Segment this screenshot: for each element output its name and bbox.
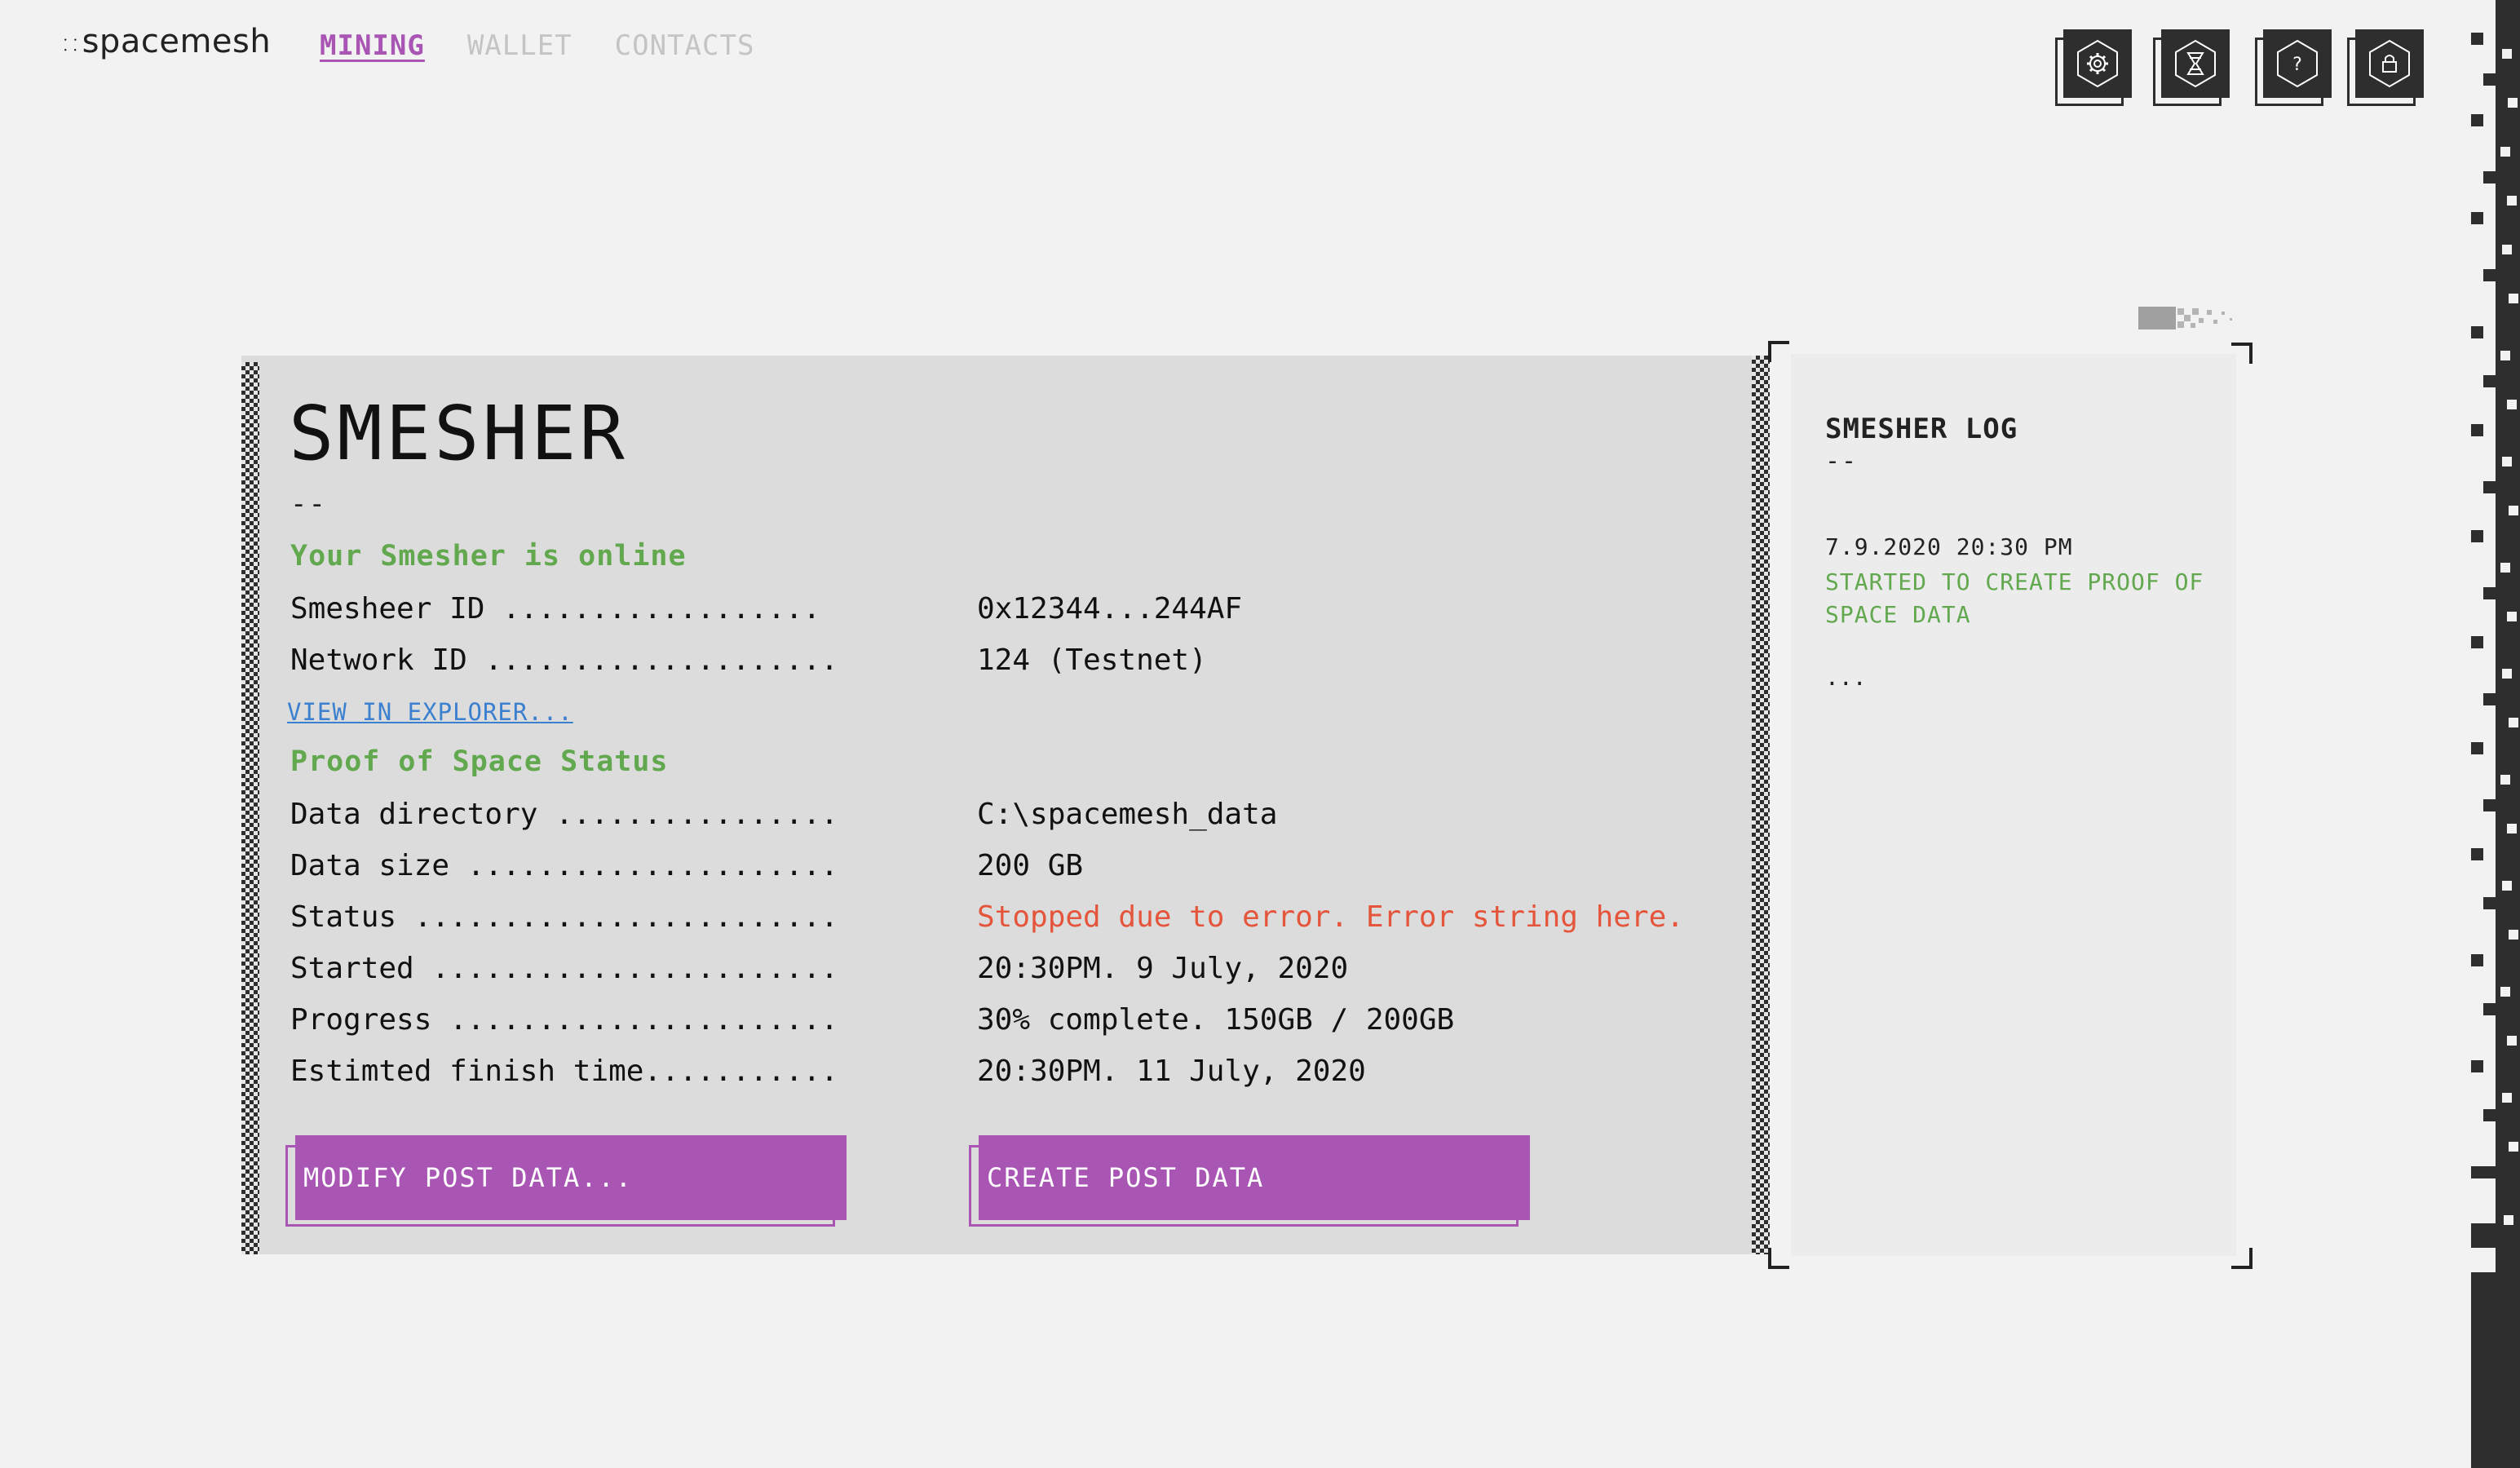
smesher-id-label: Smesheer ID ..................: [290, 592, 821, 626]
nav-wallet[interactable]: WALLET: [467, 29, 573, 62]
create-post-data-button[interactable]: CREATE POST DATA: [969, 1135, 1530, 1230]
main-nav: MINING WALLET CONTACTS: [320, 29, 754, 62]
status-label: Status ........................: [290, 900, 838, 934]
log-corner-tr: [2231, 343, 2253, 364]
modify-post-data-button[interactable]: MODIFY POST DATA...: [285, 1135, 847, 1230]
top-toolbar: ?: [2055, 29, 2430, 111]
started-label: Started .......................: [290, 952, 838, 985]
progress-value: 30% complete. 150GB / 200GB: [977, 1003, 1455, 1037]
log-corner-tl: [1768, 341, 1789, 362]
log-more-indicator: ...: [1825, 664, 1867, 691]
progress-label: Progress ......................: [290, 1003, 838, 1037]
nav-mining[interactable]: MINING: [320, 29, 425, 62]
nav-contacts[interactable]: CONTACTS: [615, 29, 755, 62]
data-directory-value: C:\spacemesh_data: [977, 798, 1278, 831]
modify-post-data-label: MODIFY POST DATA...: [295, 1135, 847, 1220]
network-icon: [2175, 39, 2216, 88]
help-icon: ?: [2277, 39, 2318, 88]
page-title: SMESHER: [289, 390, 628, 477]
app-logo: ⸬ spacemesh: [64, 23, 271, 60]
logo-text: spacemesh: [82, 23, 272, 60]
pixel-decoration: [2138, 307, 2232, 329]
help-button[interactable]: ?: [2255, 29, 2332, 106]
view-in-explorer-link[interactable]: VIEW IN EXPLORER...: [287, 698, 573, 726]
network-button[interactable]: [2153, 29, 2230, 106]
data-directory-label: Data directory ................: [290, 798, 838, 831]
log-corner-br: [2231, 1248, 2253, 1269]
svg-text:?: ?: [2292, 55, 2302, 75]
logo-mark: ⸬: [64, 34, 77, 55]
lock-button[interactable]: [2347, 29, 2424, 106]
log-entry-message: STARTED TO CREATE PROOF OF SPACE DATA: [1825, 568, 2204, 628]
smesher-log-panel: [1791, 354, 2236, 1256]
title-divider: --: [290, 488, 327, 520]
log-title: SMESHER LOG: [1825, 413, 2018, 445]
card-left-border: [241, 362, 259, 1254]
card-right-border: [1752, 356, 1770, 1254]
smesher-id-value: 0x12344...244AF: [977, 592, 1243, 626]
lock-icon: [2369, 39, 2410, 88]
pixel-edge-decoration: [2471, 0, 2520, 1468]
online-status: Your Smesher is online: [290, 540, 687, 573]
started-value: 20:30PM. 9 July, 2020: [977, 952, 1349, 985]
network-id-label: Network ID ....................: [290, 643, 838, 677]
log-divider: --: [1825, 447, 1859, 475]
settings-icon: [2077, 39, 2118, 88]
log-corner-bl: [1768, 1248, 1789, 1269]
log-entry-date: 7.9.2020 20:30 PM: [1825, 533, 2073, 560]
post-status-heading: Proof of Space Status: [290, 745, 669, 778]
finish-time-value: 20:30PM. 11 July, 2020: [977, 1055, 1366, 1088]
settings-button[interactable]: [2055, 29, 2132, 106]
create-post-data-label: CREATE POST DATA: [979, 1135, 1530, 1220]
network-id-value: 124 (Testnet): [977, 643, 1207, 677]
data-size-value: 200 GB: [977, 849, 1084, 882]
data-size-label: Data size .....................: [290, 849, 838, 882]
finish-time-label: Estimted finish time...........: [290, 1055, 838, 1088]
status-error-value: Stopped due to error. Error string here.: [977, 900, 1684, 934]
